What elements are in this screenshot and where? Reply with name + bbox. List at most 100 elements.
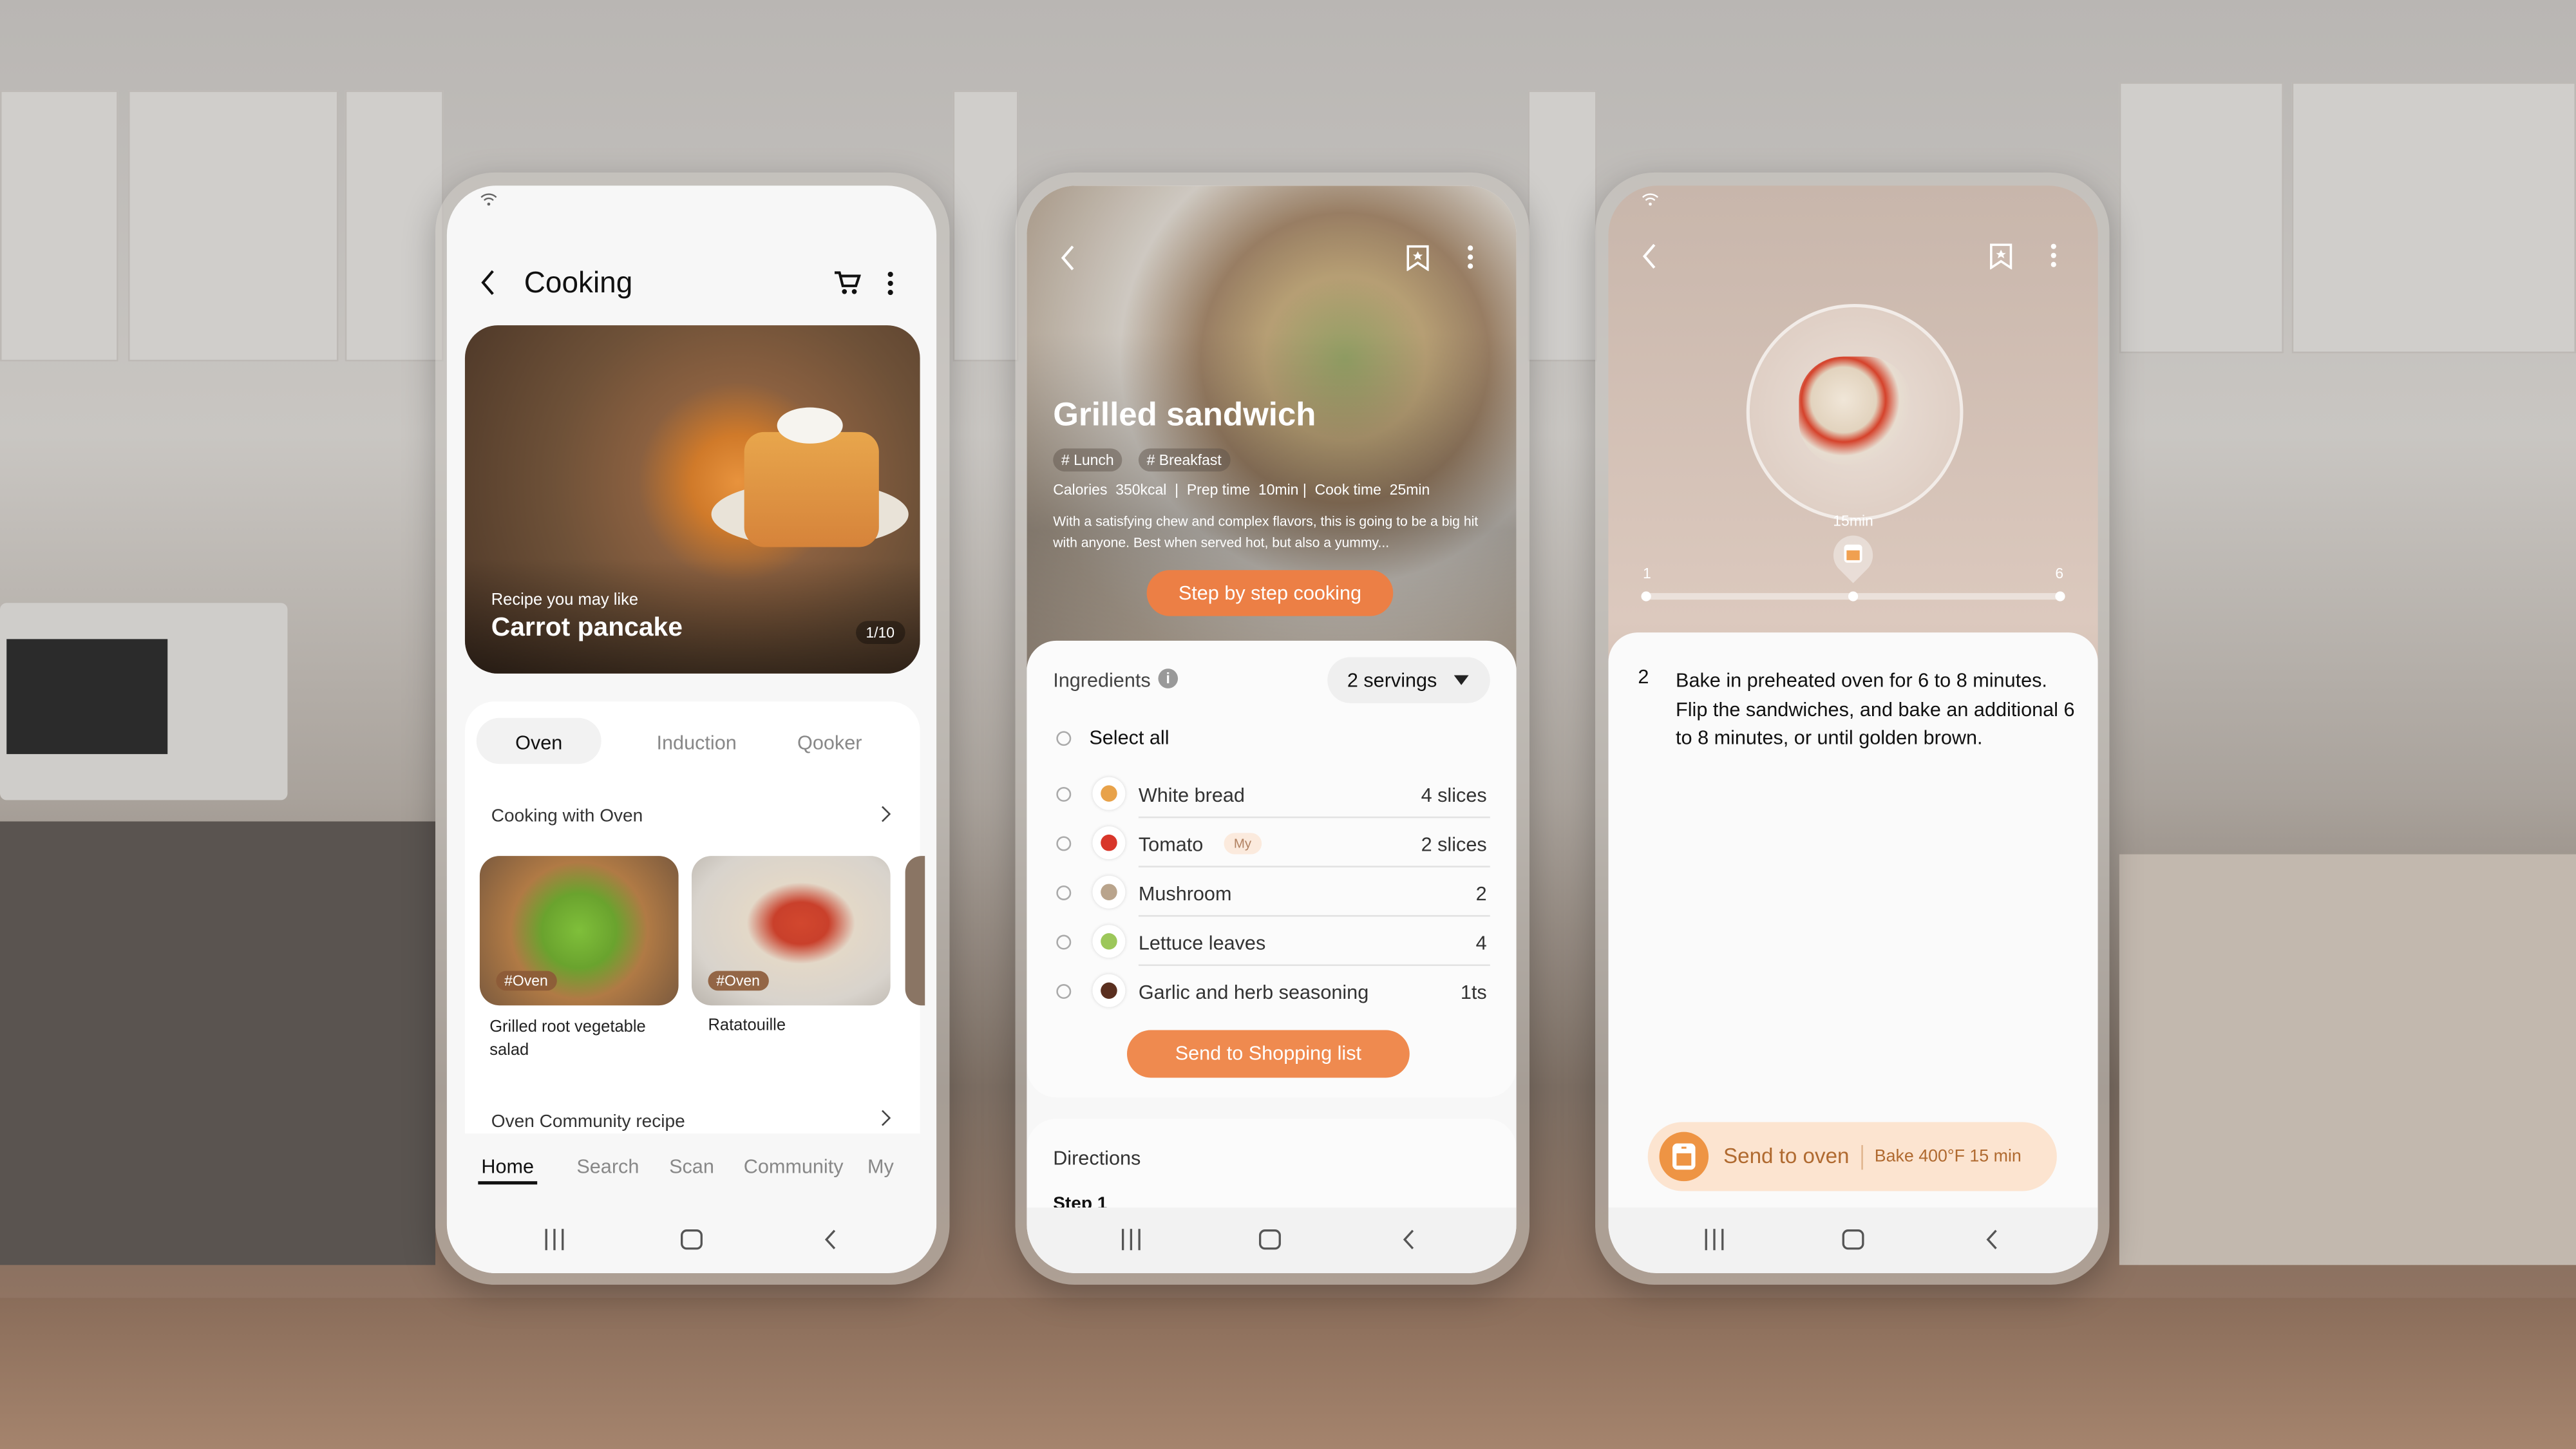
divider: [1138, 964, 1490, 966]
tab-oven[interactable]: Oven: [515, 731, 562, 754]
recent-apps-icon[interactable]: [1703, 1229, 1725, 1251]
ingredients-title: Ingredients: [1053, 668, 1151, 692]
home-icon[interactable]: [680, 1229, 703, 1250]
ingredient-name: Garlic and herb seasoning: [1138, 980, 1369, 1004]
prep-value: 10min: [1258, 481, 1299, 498]
servings-value: 2 servings: [1347, 668, 1437, 692]
home-icon[interactable]: [1842, 1229, 1865, 1250]
send-to-shopping-list-button[interactable]: Send to Shopping list: [1126, 1030, 1410, 1078]
tab-my[interactable]: My: [867, 1155, 894, 1178]
recent-apps-icon[interactable]: [1121, 1229, 1142, 1251]
cabinet: [0, 90, 118, 362]
select-all-radio[interactable]: [1056, 731, 1072, 746]
send-to-oven-button[interactable]: Send to oven Bake 400°F 15 min: [1647, 1122, 2057, 1191]
more-icon[interactable]: [887, 271, 894, 296]
recipe-tag: #Oven: [708, 971, 768, 991]
tab-scan[interactable]: Scan: [669, 1155, 714, 1178]
caret-down-icon: [1454, 675, 1469, 685]
calories-value: 350kcal: [1115, 481, 1167, 498]
hero-recipe-card[interactable]: Recipe you may like Carrot pancake 1/10: [464, 325, 920, 674]
back-icon[interactable]: [1641, 243, 1658, 270]
oven-icon: [1844, 544, 1862, 563]
info-icon[interactable]: i: [1158, 668, 1179, 688]
step-bowl-image: [1746, 303, 1964, 521]
select-all-label[interactable]: Select all: [1089, 726, 1169, 750]
chevron-right-icon[interactable]: [880, 1109, 892, 1127]
recent-apps-icon[interactable]: [544, 1229, 565, 1251]
tab-qooker[interactable]: Qooker: [797, 731, 862, 754]
recipe-tag[interactable]: # Lunch: [1053, 448, 1122, 472]
back-nav-icon[interactable]: [1401, 1229, 1416, 1250]
cabinet: [345, 90, 444, 362]
cook-label: Cook time: [1314, 481, 1381, 498]
bookmark-icon[interactable]: [1406, 245, 1430, 271]
recipe-tag: #Oven: [496, 971, 556, 991]
ingredient-name: Mushroom: [1138, 882, 1232, 905]
slider-thumb[interactable]: [1848, 591, 1859, 601]
recipe-thumb[interactable]: #Oven: [479, 856, 679, 1006]
ingredient-name: Lettuce leaves: [1138, 931, 1266, 955]
back-icon[interactable]: [1059, 245, 1076, 271]
oven-settings: Bake 400°F 15 min: [1874, 1146, 2022, 1167]
ingredient-row[interactable]: Garlic and herb seasoning 1ts: [1027, 968, 1516, 1018]
more-icon[interactable]: [1467, 245, 1473, 269]
more-icon[interactable]: [2050, 243, 2057, 268]
recipe-title[interactable]: Grilled root vegetable salad: [489, 1017, 678, 1063]
ingredient-radio[interactable]: [1056, 885, 1072, 900]
phone-step-screen: 15min 1 6 2 Bake in preheated oven for 6…: [1608, 185, 2098, 1274]
ingredient-name: White bread: [1138, 783, 1245, 807]
ingredients-card: Ingredients i 2 servings Select all Whit…: [1027, 640, 1517, 1098]
ingredient-radio[interactable]: [1056, 984, 1072, 999]
cart-icon[interactable]: [834, 271, 861, 296]
back-nav-icon[interactable]: [1985, 1229, 2000, 1250]
home-icon[interactable]: [1258, 1229, 1282, 1250]
back-nav-icon[interactable]: [823, 1229, 838, 1250]
tab-induction[interactable]: Induction: [657, 731, 737, 754]
mushroom-icon: [1092, 875, 1126, 909]
ingredient-name: Tomato: [1138, 833, 1204, 857]
ingredient-row[interactable]: Lettuce leaves 4: [1027, 918, 1516, 968]
microwave: [0, 603, 288, 800]
ingredient-row[interactable]: Mushroom 2: [1027, 869, 1516, 918]
ingredient-radio[interactable]: [1056, 786, 1072, 802]
directions-title: Directions: [1053, 1146, 1141, 1170]
prep-label: Prep time: [1186, 481, 1251, 498]
recipe-tag[interactable]: # Breakfast: [1138, 448, 1230, 472]
tab-search[interactable]: Search: [576, 1155, 639, 1178]
tab-community[interactable]: Community: [744, 1155, 844, 1178]
system-nav-bar: [1608, 1207, 2098, 1274]
bookmark-icon[interactable]: [1989, 243, 2012, 270]
divider: [1138, 914, 1490, 917]
hero-title: Carrot pancake: [491, 614, 683, 643]
hero-counter: 1/10: [856, 621, 905, 644]
system-nav-bar: [446, 1207, 937, 1274]
tab-home[interactable]: Home: [481, 1155, 534, 1178]
recipe-title[interactable]: Ratatouille: [708, 1017, 786, 1035]
back-icon[interactable]: [480, 269, 497, 296]
ingredient-radio[interactable]: [1056, 836, 1072, 851]
ingredient-radio[interactable]: [1056, 934, 1072, 950]
section-title: Oven Community recipe: [491, 1112, 685, 1132]
lettuce-icon: [1092, 925, 1126, 958]
hero-subtitle: Recipe you may like: [491, 591, 639, 610]
section-title: Cooking with Oven: [491, 806, 643, 827]
wifi-icon: [1642, 193, 1659, 206]
wifi-icon: [480, 193, 497, 206]
counter: [2119, 854, 2576, 1265]
ingredient-row[interactable]: White bread 4 slices: [1027, 770, 1516, 820]
recipe-stats: Calories 350kcal | Prep time 10min | Coo…: [1053, 481, 1430, 498]
selected-tab-indicator: [478, 1181, 538, 1185]
step-by-step-button[interactable]: Step by step cooking: [1146, 570, 1394, 616]
slider-max-label: 6: [2055, 565, 2064, 582]
seasoning-bottles-icon: [1092, 974, 1126, 1007]
ingredient-quantity: 4: [1475, 931, 1487, 955]
step-slider[interactable]: [1641, 591, 2065, 601]
recipe-thumb[interactable]: #Oven: [691, 856, 891, 1006]
divider: [1138, 866, 1490, 867]
chevron-right-icon[interactable]: [880, 805, 892, 823]
recipe-title: Grilled sandwich: [1053, 397, 1316, 434]
ingredient-row[interactable]: Tomato My 2 slices: [1027, 820, 1516, 869]
servings-dropdown[interactable]: 2 servings: [1327, 657, 1490, 703]
calories-label: Calories: [1053, 481, 1108, 498]
step-card: 2 Bake in preheated oven for 6 to 8 minu…: [1608, 632, 2098, 1274]
